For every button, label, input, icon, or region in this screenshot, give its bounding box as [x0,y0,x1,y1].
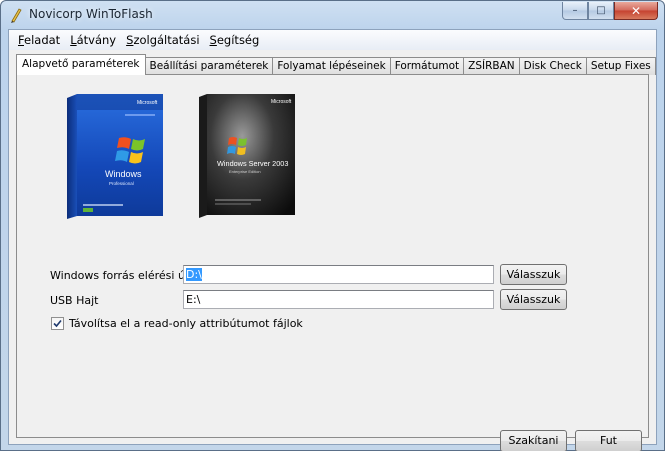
menu-szolgaltatasi[interactable]: Szolgáltatási [121,33,204,47]
tab-format[interactable]: Formátumot [389,57,465,75]
readonly-checkbox[interactable] [51,317,64,330]
tab-panel-content: Microsoft Windows Professional Microsoft… [18,76,647,451]
maximize-button[interactable]: □ [588,2,614,20]
menu-feladat[interactable]: Feladat [13,33,65,47]
svg-text:Microsoft: Microsoft [271,99,292,105]
close-button[interactable]: ✕ [614,2,658,20]
windows-server-box-art: Microsoft Windows Server 2003 Enterprise… [199,94,295,218]
run-button[interactable]: Fut [575,430,642,451]
svg-text:Professional: Professional [109,181,134,186]
tab-process-steps[interactable]: Folyamat lépéseinek [272,57,391,75]
tab-panel: Microsoft Windows Professional Microsoft… [16,74,649,451]
usb-browse-button[interactable]: Válasszuk [500,289,567,310]
app-window: Novicorp WinToFlash – □ ✕ Feladat Látván… [0,0,665,451]
source-path-label: Windows forrás elérési útja [50,269,200,282]
svg-text:Microsoft: Microsoft [137,100,158,106]
menu-bar: Feladat Látvány Szolgáltatási Segítség [9,30,656,50]
usb-drive-input[interactable]: E:\ [183,290,494,309]
windows-xp-box-art: Microsoft Windows Professional [67,94,163,219]
window-title: Novicorp WinToFlash [29,7,153,21]
checkmark-icon [53,319,62,328]
tab-strip: Alapvető paraméterek Beállítási paraméte… [16,54,656,75]
client-area: Feladat Látvány Szolgáltatási Segítség A… [8,29,657,451]
svg-text:Enterprise Edition: Enterprise Edition [229,169,261,174]
tab-fat[interactable]: ZSÍRBAN [463,57,520,75]
source-browse-button[interactable]: Válasszuk [500,264,567,285]
maximize-icon: □ [596,5,606,16]
minimize-button[interactable]: – [562,2,588,20]
cancel-button[interactable]: Szakítani [500,430,567,451]
caption-buttons: – □ ✕ [562,2,658,20]
app-icon [11,8,22,23]
minimize-icon: – [572,5,578,16]
menu-segitseg[interactable]: Segítség [205,33,265,47]
windows-server-2003-box-image: Microsoft Windows Server 2003 Enterprise… [199,94,295,218]
tab-disk-check[interactable]: Disk Check [518,57,587,75]
readonly-option[interactable]: Távolítsa el a read-only attribútumot fá… [51,317,303,330]
tab-basic-parameters[interactable]: Alapvető paraméterek [16,54,146,75]
windows-xp-box-image: Microsoft Windows Professional [67,94,163,219]
menu-latvany[interactable]: Látvány [65,33,121,47]
usb-drive-label: USB Hajt [50,294,99,307]
title-bar[interactable]: Novicorp WinToFlash – □ ✕ [1,1,664,29]
usb-drive-value: E:\ [186,293,201,306]
svg-text:Windows Server 2003: Windows Server 2003 [217,159,288,168]
source-path-input[interactable]: D:\ [183,265,494,284]
tab-setup-parameters[interactable]: Beállítási paraméterek [144,57,274,75]
svg-text:Windows: Windows [105,169,142,179]
tab-setup-fixes[interactable]: Setup Fixes [585,57,656,75]
close-icon: ✕ [630,3,642,18]
source-path-value: D:\ [186,268,202,281]
readonly-checkbox-label: Távolítsa el a read-only attribútumot fá… [69,317,303,330]
